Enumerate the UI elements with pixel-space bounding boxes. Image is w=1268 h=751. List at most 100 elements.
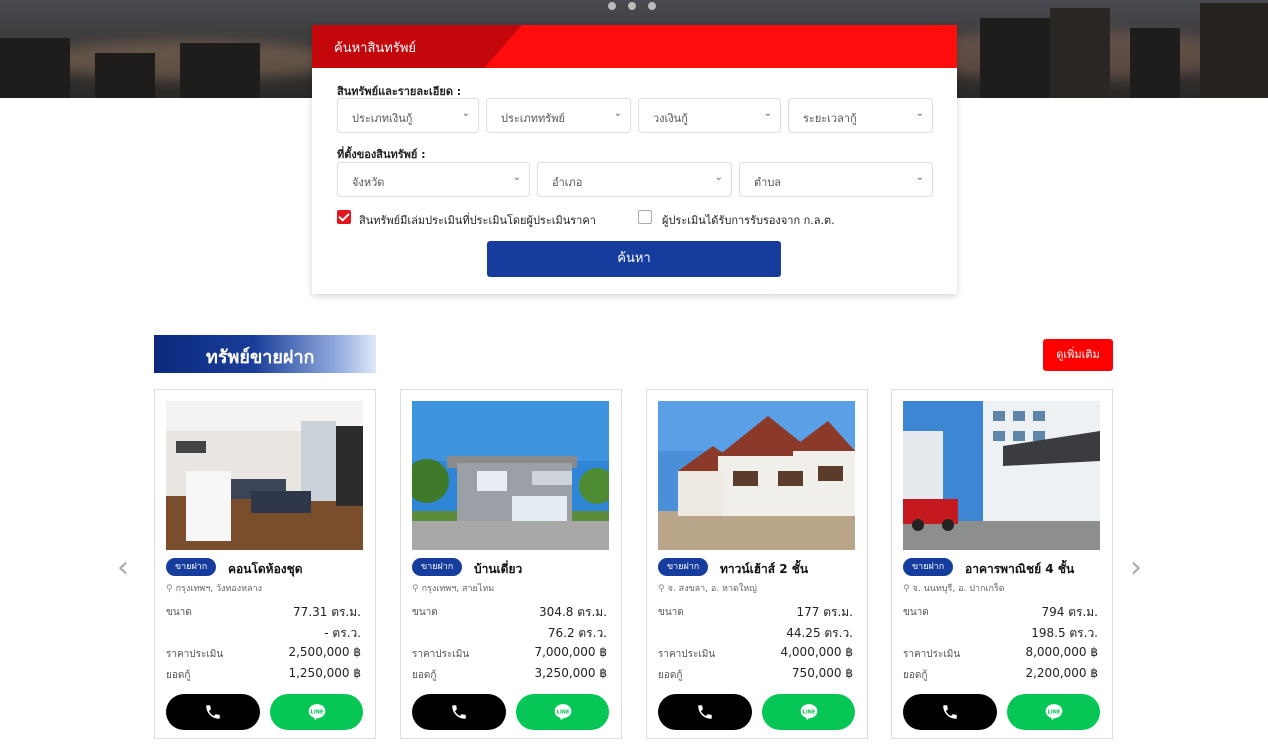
loan-label: ยอดกู้ [658, 670, 683, 681]
subdistrict-select[interactable]: ตำบล ⌄ [739, 162, 933, 197]
property-card[interactable]: ขายฝาก อาคารพาณิชย์ 4 ชั้น ⚲ จ. นนทบุรี, … [891, 389, 1113, 739]
size-sqm: 177 ตร.ม. [796, 605, 854, 619]
line-icon: LINE [554, 704, 571, 721]
loan-value: 1,250,000 ฿ [288, 666, 361, 680]
call-button[interactable] [166, 694, 260, 730]
property-location: ⚲ กรุงเทพฯ, วังทองหลาง [166, 584, 263, 594]
size-label: ขนาด [412, 607, 438, 618]
carousel-dot[interactable] [628, 2, 636, 10]
map-pin-icon: ⚲ [903, 584, 910, 594]
appraisal-label: ราคาประเมิน [903, 649, 961, 660]
chevron-right-icon[interactable]: › [1130, 550, 1142, 585]
appraised-checkbox-label: สินทรัพย์มีเล่มประเมินที่ประเมินโดยผู้ปร… [359, 214, 596, 227]
property-card[interactable]: ขายฝาก คอนโดห้องชุด ⚲ กรุงเทพฯ, วังทองหลา… [154, 389, 376, 739]
property-location: ⚲ จ. สงขลา, อ. หาดใหญ่ [658, 584, 757, 594]
chevron-down-icon: ⌄ [461, 108, 470, 119]
loan-value: 3,250,000 ฿ [534, 666, 607, 680]
search-header: ค้นหาสินทรัพย์ [312, 25, 957, 68]
sec-certified-checkbox-label: ผู้ประเมินได้รับการรับรองจาก ก.ล.ต. [662, 214, 835, 227]
loan-amount-select[interactable]: วงเงินกู้ ⌄ [638, 98, 781, 133]
loan-label: ยอดกู้ [903, 670, 928, 681]
property-photo [903, 401, 1100, 550]
size-sqm: 794 ตร.ม. [1041, 605, 1099, 619]
search-button[interactable]: ค้นหา [487, 241, 781, 277]
loan-label: ยอดกู้ [166, 670, 191, 681]
call-button[interactable] [903, 694, 997, 730]
carousel-dots[interactable] [608, 2, 656, 10]
size-sqwa: 76.2 ตร.ว. [547, 626, 607, 640]
call-button[interactable] [412, 694, 506, 730]
size-label: ขนาด [658, 607, 684, 618]
svg-text:LINE: LINE [556, 709, 569, 715]
appraised-checkbox[interactable] [337, 210, 351, 224]
property-location: ⚲ จ. นนทบุรี, อ. ปากเกร็ด [903, 584, 1005, 594]
size-sqm: 77.31 ตร.ม. [293, 605, 361, 619]
size-label: ขนาด [903, 607, 929, 618]
appraisal-label: ราคาประเมิน [166, 649, 224, 660]
property-photo [166, 401, 363, 550]
svg-text:LINE: LINE [310, 709, 323, 715]
phone-icon [698, 705, 712, 719]
province-select[interactable]: จังหวัด ⌄ [337, 162, 530, 197]
map-pin-icon: ⚲ [166, 584, 173, 594]
chevron-down-icon: ⌄ [714, 172, 723, 183]
svg-text:LINE: LINE [1047, 709, 1060, 715]
status-badge: ขายฝาก [658, 558, 709, 576]
district-select[interactable]: อำเภอ ⌄ [537, 162, 732, 197]
size-label: ขนาด [166, 607, 192, 618]
line-button[interactable]: LINE [762, 694, 855, 730]
call-button[interactable] [658, 694, 752, 730]
property-location: ⚲ กรุงเทพฯ, สายไหม [412, 584, 495, 594]
loan-type-select[interactable]: ประเภทเงินกู้ ⌄ [337, 98, 479, 133]
chevron-down-icon: ⌄ [512, 172, 521, 183]
chevron-down-icon: ⌄ [915, 108, 924, 119]
appraisal-label: ราคาประเมิน [658, 649, 716, 660]
appraisal-value: 2,500,000 ฿ [288, 645, 361, 659]
phone-icon [943, 705, 957, 719]
see-more-button[interactable]: ดูเพิ่มเติม [1043, 339, 1113, 371]
property-photo [658, 401, 855, 550]
size-sqwa: 44.25 ตร.ว. [786, 626, 853, 640]
line-button[interactable]: LINE [516, 694, 609, 730]
loan-label: ยอดกู้ [412, 670, 437, 681]
phone-icon [452, 705, 466, 719]
status-badge: ขายฝาก [903, 558, 954, 576]
appraisal-value: 7,000,000 ฿ [534, 645, 607, 659]
phone-icon [206, 705, 220, 719]
loan-term-select[interactable]: ระยะเวลากู้ ⌄ [788, 98, 933, 133]
status-badge: ขายฝาก [412, 558, 463, 576]
property-card[interactable]: ขายฝาก ทาวน์เฮ้าส์ 2 ชั้น ⚲ จ. สงขลา, อ. … [646, 389, 868, 739]
carousel-dot[interactable] [608, 2, 616, 10]
size-sqwa: 198.5 ตร.ว. [1031, 626, 1098, 640]
section-title: ทรัพย์ขายฝาก [154, 335, 376, 373]
loan-value: 2,200,000 ฿ [1025, 666, 1098, 680]
svg-text:LINE: LINE [802, 709, 815, 715]
property-type-select[interactable]: ประเภททรัพย์ ⌄ [486, 98, 631, 133]
section-label-location: ที่ตั้งของสินทรัพย์ : [337, 148, 426, 161]
property-type: ทาวน์เฮ้าส์ 2 ชั้น [720, 562, 809, 576]
chevron-left-icon[interactable]: ‹ [117, 550, 129, 585]
carousel-dot[interactable] [648, 2, 656, 10]
chevron-down-icon: ⌄ [613, 108, 622, 119]
line-icon: LINE [308, 704, 325, 721]
sec-certified-checkbox[interactable] [638, 210, 652, 224]
appraisal-value: 4,000,000 ฿ [780, 645, 853, 659]
property-type: คอนโดห้องชุด [228, 562, 303, 576]
property-type: อาคารพาณิชย์ 4 ชั้น [965, 562, 1075, 576]
chevron-down-icon: ⌄ [763, 108, 772, 119]
line-icon: LINE [1045, 704, 1062, 721]
chevron-down-icon: ⌄ [915, 172, 924, 183]
appraisal-label: ราคาประเมิน [412, 649, 470, 660]
line-button[interactable]: LINE [1007, 694, 1100, 730]
property-photo [412, 401, 609, 550]
map-pin-icon: ⚲ [412, 584, 419, 594]
appraisal-value: 8,000,000 ฿ [1025, 645, 1098, 659]
search-panel: ค้นหาสินทรัพย์ สินทรัพย์และรายละเอียด : … [312, 25, 957, 294]
line-button[interactable]: LINE [270, 694, 363, 730]
size-sqwa: - ตร.ว. [324, 626, 361, 640]
line-icon: LINE [800, 704, 817, 721]
property-card[interactable]: ขายฝาก บ้านเดี่ยว ⚲ กรุงเทพฯ, สายไหม ขนาด… [400, 389, 622, 739]
map-pin-icon: ⚲ [658, 584, 665, 594]
search-title: ค้นหาสินทรัพย์ [334, 41, 417, 56]
loan-value: 750,000 ฿ [791, 666, 853, 680]
